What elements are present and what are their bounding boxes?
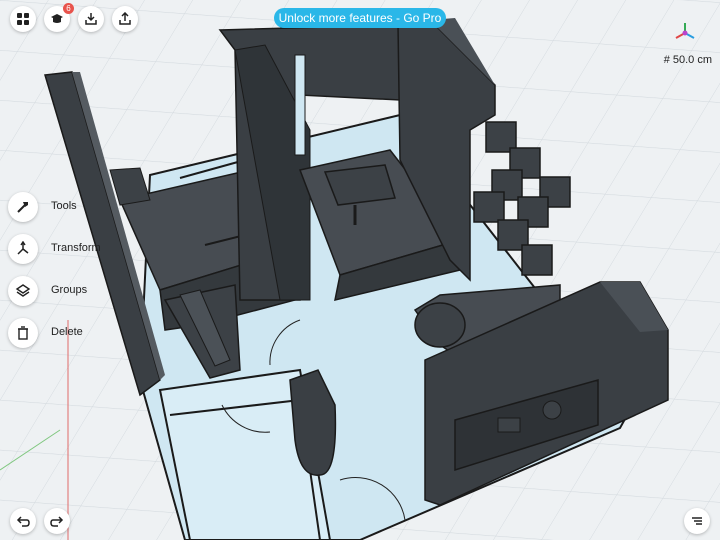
undo-icon: [16, 516, 30, 527]
scale-indicator: # 50.0 cm: [663, 54, 712, 66]
delete-circle: [8, 318, 38, 348]
tools-circle: [8, 192, 38, 222]
redo-icon: [50, 516, 64, 527]
download-button[interactable]: [78, 6, 104, 32]
tools-label: Tools: [51, 200, 77, 212]
transform-arrows-icon: [17, 241, 29, 255]
share-button[interactable]: [112, 6, 138, 32]
go-pro-banner[interactable]: Unlock more features - Go Pro: [274, 8, 446, 28]
table: [323, 164, 396, 206]
grid-menu-button[interactable]: [10, 6, 36, 32]
list-menu-icon: [692, 517, 702, 525]
notification-badge: 6: [63, 3, 74, 14]
layers-icon: [15, 284, 31, 297]
delete-label: Delete: [51, 326, 83, 338]
undo-button[interactable]: [10, 508, 36, 534]
download-icon: [85, 13, 97, 25]
grid-menu-icon: [17, 13, 29, 25]
redo-button[interactable]: [44, 508, 70, 534]
groups-label: Groups: [51, 284, 88, 296]
axis-gizmo-icon[interactable]: [672, 20, 698, 46]
groups-circle: [8, 276, 38, 306]
graduation-cap-icon: [51, 14, 63, 23]
tutorials-button[interactable]: 6: [44, 3, 74, 32]
transform-circle: [8, 234, 38, 264]
3d-viewport[interactable]: [0, 0, 720, 540]
hammer-icon: [17, 202, 28, 213]
trash-icon: [18, 326, 28, 340]
share-icon: [119, 12, 131, 25]
list-menu-button[interactable]: [684, 508, 710, 534]
transform-label: Transform: [51, 242, 101, 254]
